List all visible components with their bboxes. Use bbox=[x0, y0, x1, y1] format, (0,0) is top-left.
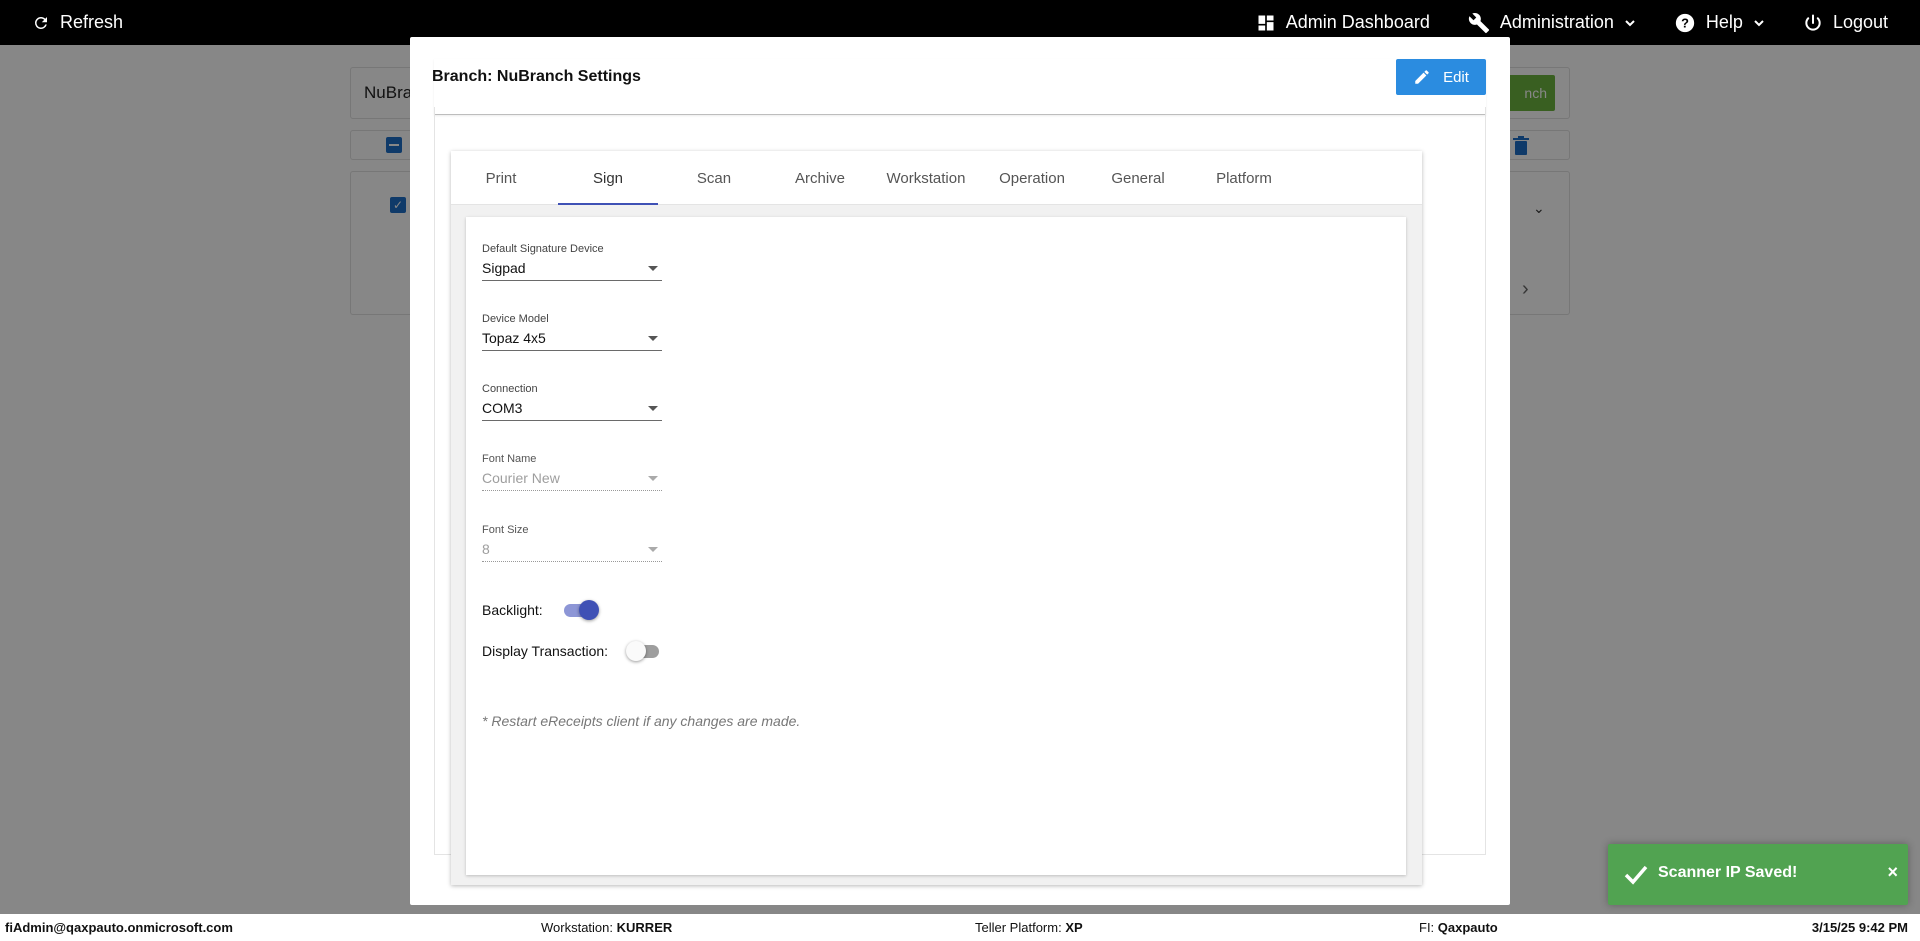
refresh-icon bbox=[34, 16, 47, 29]
power-icon bbox=[1805, 14, 1821, 31]
font-size-field: Font Size 8 bbox=[482, 524, 662, 562]
display-transaction-label: Display Transaction: bbox=[482, 643, 609, 659]
sign-settings-card: Default Signature Device Sigpad Device M… bbox=[466, 217, 1406, 875]
tab-scan-label: Scan bbox=[696, 169, 732, 187]
tab-print[interactable]: Print bbox=[451, 151, 551, 205]
connection-label: Connection bbox=[482, 383, 538, 395]
tab-content-background: Default Signature Device Sigpad Device M… bbox=[451, 205, 1422, 885]
font-size-value: 8 bbox=[482, 541, 490, 557]
default-signature-device-select[interactable]: Sigpad bbox=[482, 258, 662, 281]
footer-workstation-value: KURRER bbox=[616, 920, 673, 935]
tab-sign[interactable]: Sign bbox=[558, 151, 658, 205]
dropdown-arrow-icon bbox=[648, 336, 658, 341]
admin-dashboard-label: Admin Dashboard bbox=[1285, 12, 1430, 32]
backlight-toggle-thumb bbox=[578, 600, 599, 620]
logout-link[interactable]: Logout bbox=[1803, 12, 1888, 33]
branch-settings-modal: Branch: NuBranch Settings Edit Print Sig… bbox=[410, 37, 1510, 905]
footer-teller-platform-label: Teller Platform: bbox=[975, 920, 1062, 935]
edit-label: Edit bbox=[1443, 68, 1469, 86]
font-name-value: Courier New bbox=[482, 470, 560, 486]
footer-fi: FI: Qaxpauto bbox=[1419, 920, 1498, 935]
administration-label: Administration bbox=[1499, 12, 1614, 32]
dropdown-arrow-icon bbox=[648, 406, 658, 411]
restart-note: * Restart eReceipts client if any change… bbox=[482, 713, 801, 729]
dropdown-arrow-icon bbox=[648, 476, 658, 481]
footer-datetime-value: 3/15/25 9:42 PM bbox=[1811, 920, 1908, 935]
checkmark-icon bbox=[1624, 865, 1648, 885]
tab-general[interactable]: General bbox=[1088, 151, 1188, 205]
status-footer: fiAdmin@qaxpauto.onmicrosoft.com Worksta… bbox=[0, 914, 1920, 941]
font-size-label: Font Size bbox=[482, 524, 529, 536]
refresh-button[interactable]: Refresh bbox=[32, 0, 123, 45]
tab-operation-label: Operation bbox=[999, 169, 1065, 187]
toast-close-icon[interactable]: × bbox=[1887, 862, 1898, 883]
display-transaction-row: Display Transaction: bbox=[482, 641, 662, 661]
dropdown-arrow-icon bbox=[648, 266, 658, 271]
backlight-row: Backlight: bbox=[482, 600, 599, 620]
administration-menu[interactable]: Administration bbox=[1468, 12, 1636, 34]
toast-message: Scanner IP Saved! bbox=[1658, 864, 1798, 881]
footer-fi-label: FI: bbox=[1419, 920, 1435, 935]
settings-tabs-panel: Print Sign Scan Archive Workstation Oper… bbox=[451, 151, 1422, 885]
connection-value: COM3 bbox=[482, 400, 523, 416]
font-size-select: 8 bbox=[482, 539, 662, 562]
connection-select[interactable]: COM3 bbox=[482, 398, 662, 421]
device-model-label: Device Model bbox=[482, 313, 549, 325]
device-model-field: Device Model Topaz 4x5 bbox=[482, 313, 662, 351]
modal-title: Branch: NuBranch Settings bbox=[432, 68, 641, 85]
tab-archive-label: Archive bbox=[794, 169, 846, 187]
tab-scan[interactable]: Scan bbox=[664, 151, 764, 205]
help-menu[interactable]: ? Help bbox=[1674, 12, 1765, 34]
logout-label: Logout bbox=[1832, 12, 1888, 32]
wrench-icon bbox=[1468, 12, 1489, 33]
chevron-down-icon bbox=[1625, 19, 1635, 26]
tab-platform-label: Platform bbox=[1216, 169, 1272, 187]
edit-button[interactable]: Edit bbox=[1396, 59, 1486, 95]
default-signature-device-value: Sigpad bbox=[482, 260, 526, 276]
tab-sign-label: Sign bbox=[592, 169, 624, 187]
tab-workstation-label: Workstation bbox=[886, 169, 966, 187]
help-icon: ? bbox=[1675, 13, 1695, 32]
font-name-select: Courier New bbox=[482, 468, 662, 491]
default-signature-device-label: Default Signature Device bbox=[482, 243, 604, 255]
tab-operation[interactable]: Operation bbox=[982, 151, 1082, 205]
font-name-label: Font Name bbox=[482, 453, 537, 465]
modal-body: Print Sign Scan Archive Workstation Oper… bbox=[434, 107, 1486, 885]
admin-dashboard-link[interactable]: Admin Dashboard bbox=[1256, 12, 1430, 33]
chevron-down-icon bbox=[1754, 19, 1764, 26]
device-model-value: Topaz 4x5 bbox=[482, 330, 546, 346]
pencil-icon bbox=[1415, 70, 1429, 84]
tab-general-label: General bbox=[1111, 169, 1165, 187]
footer-user-value: fiAdmin@qaxpauto.onmicrosoft.com bbox=[5, 920, 233, 935]
device-model-select[interactable]: Topaz 4x5 bbox=[482, 328, 662, 351]
footer-workstation: Workstation: KURRER bbox=[541, 920, 672, 935]
connection-field: Connection COM3 bbox=[482, 383, 662, 421]
display-transaction-toggle[interactable] bbox=[626, 641, 662, 661]
footer-teller-platform: Teller Platform: XP bbox=[975, 920, 1083, 935]
footer-fi-value: Qaxpauto bbox=[1437, 920, 1498, 935]
tab-platform[interactable]: Platform bbox=[1194, 151, 1294, 205]
footer-datetime: 3/15/25 9:42 PM bbox=[1812, 920, 1908, 935]
display-transaction-toggle-thumb bbox=[626, 641, 647, 661]
settings-tabs: Print Sign Scan Archive Workstation Oper… bbox=[451, 151, 1422, 205]
footer-workstation-label: Workstation: bbox=[541, 920, 614, 935]
dropdown-arrow-icon bbox=[648, 547, 658, 552]
default-signature-device-field: Default Signature Device Sigpad bbox=[482, 243, 662, 281]
footer-teller-platform-value: XP bbox=[1065, 920, 1083, 935]
tab-print-label: Print bbox=[485, 169, 517, 187]
help-label: Help bbox=[1705, 12, 1743, 32]
tab-archive[interactable]: Archive bbox=[770, 151, 870, 205]
backlight-label: Backlight: bbox=[482, 602, 543, 618]
dashboard-icon bbox=[1258, 15, 1274, 30]
footer-user: fiAdmin@qaxpauto.onmicrosoft.com bbox=[5, 920, 233, 935]
font-name-field: Font Name Courier New bbox=[482, 453, 662, 491]
svg-text:?: ? bbox=[1681, 15, 1689, 30]
tab-workstation[interactable]: Workstation bbox=[876, 151, 976, 205]
backlight-toggle[interactable] bbox=[561, 600, 599, 620]
refresh-label: Refresh bbox=[60, 12, 124, 32]
success-toast: Scanner IP Saved! × bbox=[1608, 844, 1908, 905]
